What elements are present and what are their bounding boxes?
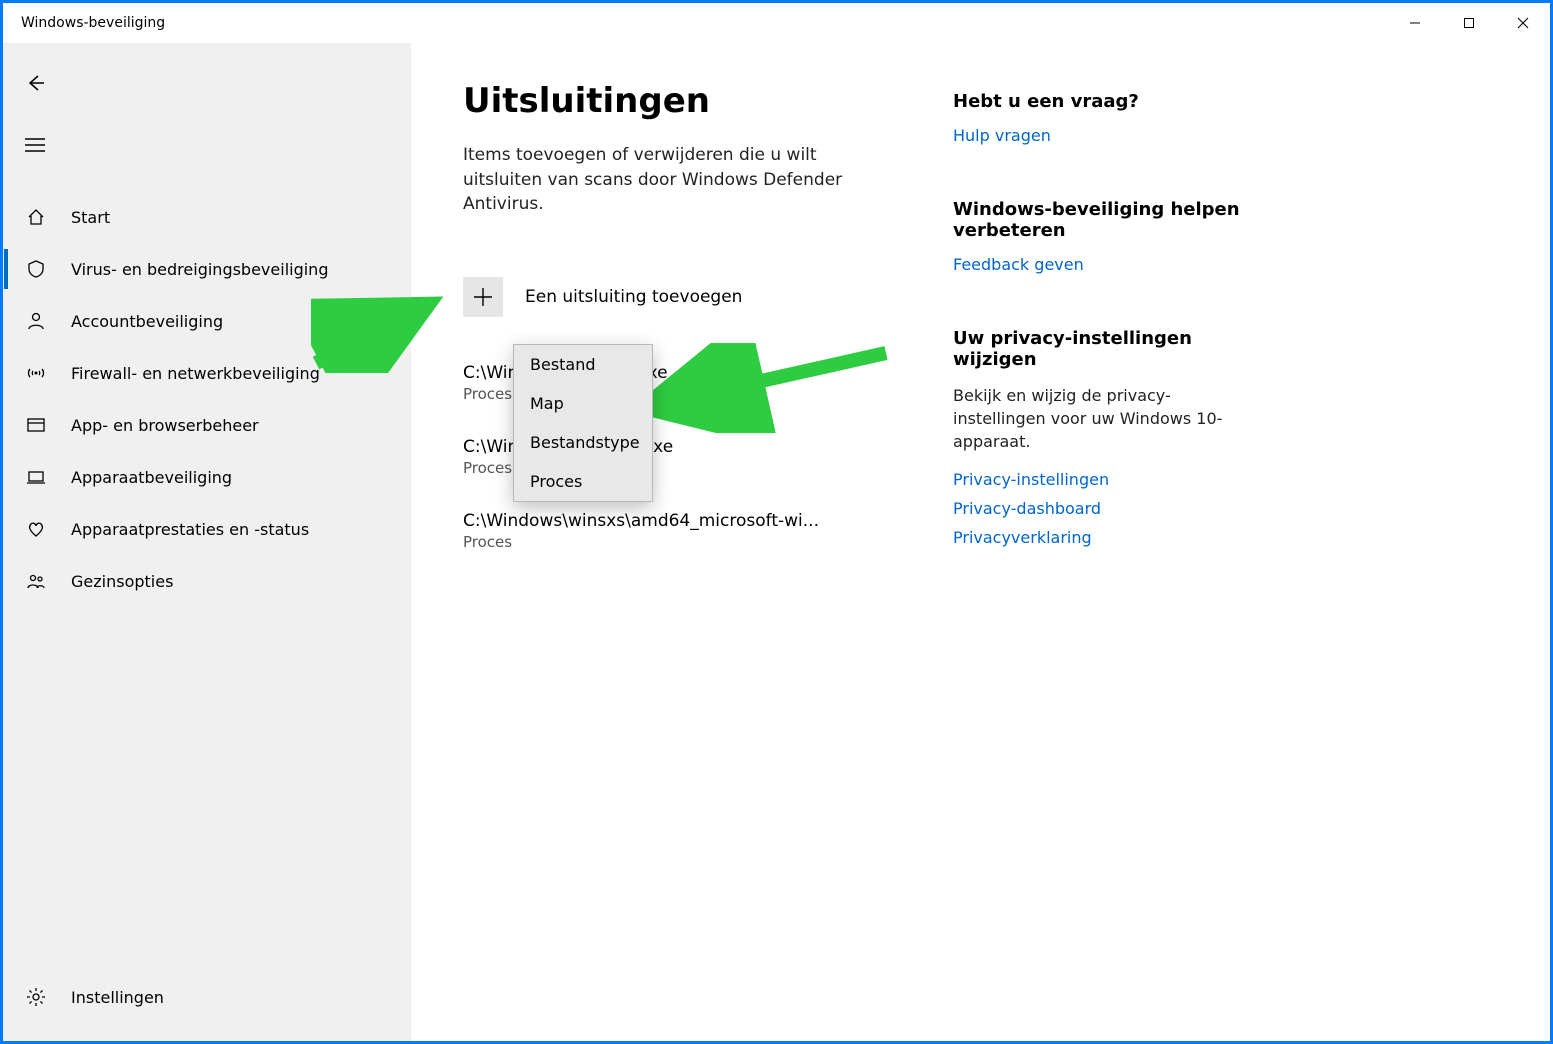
plus-icon bbox=[473, 287, 493, 307]
page-description: Items toevoegen of verwijderen die u wil… bbox=[463, 143, 853, 217]
nav-label: Start bbox=[71, 208, 110, 227]
person-icon bbox=[25, 311, 47, 331]
back-arrow-icon bbox=[24, 72, 46, 94]
titlebar: Windows-beveiliging bbox=[3, 3, 1550, 43]
feedback-section: Windows-beveiliging helpen verbeteren Fe… bbox=[953, 199, 1263, 274]
hamburger-icon bbox=[25, 137, 45, 153]
minimize-icon bbox=[1409, 17, 1421, 29]
nav: Start Virus- en bedreigingsbeveiliging A… bbox=[3, 191, 411, 607]
nav-label: Apparaatprestaties en -status bbox=[71, 520, 309, 539]
help-link[interactable]: Hulp vragen bbox=[953, 126, 1263, 145]
sidebar-bottom: Instellingen bbox=[3, 971, 411, 1023]
gear-icon bbox=[25, 987, 47, 1007]
content: Uitsluitingen Items toevoegen of verwijd… bbox=[463, 81, 893, 1041]
home-icon bbox=[25, 207, 47, 227]
heart-icon bbox=[25, 519, 47, 539]
people-icon bbox=[25, 571, 47, 591]
dropdown-item-filetype[interactable]: Bestandstype bbox=[514, 423, 652, 462]
exclusion-item[interactable]: C:\Windows\winsxs\amd64_microsoft-wi... … bbox=[463, 511, 893, 551]
nav-label: Virus- en bedreigingsbeveiliging bbox=[71, 260, 328, 279]
exclusion-type-dropdown: Bestand Map Bestandstype Proces bbox=[513, 344, 653, 502]
nav-label: Gezinsopties bbox=[71, 572, 173, 591]
exclusion-path: C:\Windows\winsxs\amd64_microsoft-wi... bbox=[463, 511, 833, 531]
window-icon bbox=[25, 415, 47, 435]
page-title: Uitsluitingen bbox=[463, 81, 893, 121]
help-section: Hebt u een vraag? Hulp vragen bbox=[953, 91, 1263, 145]
maximize-icon bbox=[1463, 17, 1475, 29]
add-exclusion-row[interactable]: Een uitsluiting toevoegen bbox=[463, 277, 893, 317]
sidebar: Start Virus- en bedreigingsbeveiliging A… bbox=[3, 43, 411, 1041]
nav-item-performance[interactable]: Apparaatprestaties en -status bbox=[3, 503, 411, 555]
right-column: Hebt u een vraag? Hulp vragen Windows-be… bbox=[953, 81, 1263, 1041]
nav-item-virus[interactable]: Virus- en bedreigingsbeveiliging bbox=[3, 243, 411, 295]
back-button[interactable] bbox=[13, 61, 57, 105]
app-title: Windows-beveiliging bbox=[21, 15, 165, 31]
feedback-link[interactable]: Feedback geven bbox=[953, 255, 1263, 274]
hamburger-button[interactable] bbox=[13, 123, 57, 167]
privacy-dashboard-link[interactable]: Privacy-dashboard bbox=[953, 499, 1263, 518]
dropdown-item-process[interactable]: Proces bbox=[514, 462, 652, 501]
nav-item-firewall[interactable]: Firewall- en netwerkbeveiliging bbox=[3, 347, 411, 399]
add-exclusion-label: Een uitsluiting toevoegen bbox=[525, 287, 742, 307]
nav-item-device[interactable]: Apparaatbeveiliging bbox=[3, 451, 411, 503]
privacy-text: Bekijk en wijzig de privacy-instellingen… bbox=[953, 384, 1263, 454]
app-window: Windows-beveiliging Star bbox=[3, 3, 1550, 1041]
nav-item-start[interactable]: Start bbox=[3, 191, 411, 243]
nav-item-appbrowser[interactable]: App- en browserbeheer bbox=[3, 399, 411, 451]
nav-item-settings[interactable]: Instellingen bbox=[3, 971, 411, 1023]
nav-item-family[interactable]: Gezinsopties bbox=[3, 555, 411, 607]
nav-label: App- en browserbeheer bbox=[71, 416, 259, 435]
body: Start Virus- en bedreigingsbeveiliging A… bbox=[3, 43, 1550, 1041]
close-button[interactable] bbox=[1496, 3, 1550, 43]
antenna-icon bbox=[25, 363, 47, 383]
feedback-title: Windows-beveiliging helpen verbeteren bbox=[953, 199, 1263, 241]
nav-item-account[interactable]: Accountbeveiliging bbox=[3, 295, 411, 347]
nav-label: Firewall- en netwerkbeveiliging bbox=[71, 364, 320, 383]
nav-label: Apparaatbeveiliging bbox=[71, 468, 232, 487]
minimize-button[interactable] bbox=[1388, 3, 1442, 43]
help-title: Hebt u een vraag? bbox=[953, 91, 1263, 112]
close-icon bbox=[1517, 17, 1529, 29]
nav-label: Instellingen bbox=[71, 988, 164, 1007]
window-controls bbox=[1388, 3, 1550, 43]
exclusion-type: Proces bbox=[463, 533, 893, 551]
privacy-settings-link[interactable]: Privacy-instellingen bbox=[953, 470, 1263, 489]
privacy-statement-link[interactable]: Privacyverklaring bbox=[953, 528, 1263, 547]
dropdown-item-file[interactable]: Bestand bbox=[514, 345, 652, 384]
nav-label: Accountbeveiliging bbox=[71, 312, 223, 331]
laptop-icon bbox=[25, 467, 47, 487]
add-exclusion-button[interactable] bbox=[463, 277, 503, 317]
shield-icon bbox=[25, 259, 47, 279]
privacy-section: Uw privacy-instellingen wijzigen Bekijk … bbox=[953, 328, 1263, 547]
dropdown-item-folder[interactable]: Map bbox=[514, 384, 652, 423]
main: Uitsluitingen Items toevoegen of verwijd… bbox=[411, 43, 1550, 1041]
privacy-title: Uw privacy-instellingen wijzigen bbox=[953, 328, 1263, 370]
maximize-button[interactable] bbox=[1442, 3, 1496, 43]
